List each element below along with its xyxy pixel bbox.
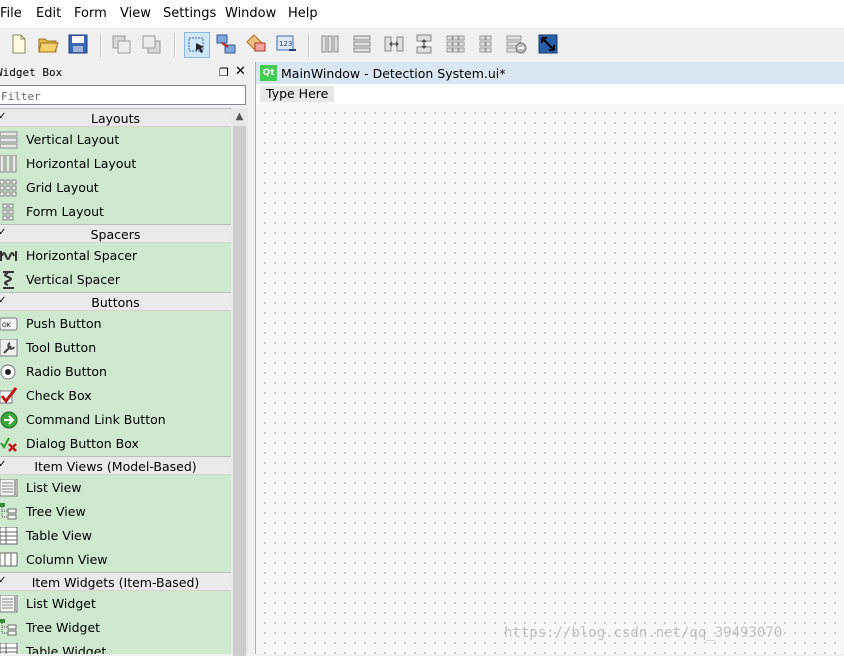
close-icon[interactable]: ✕	[235, 64, 246, 79]
menu-settings[interactable]: Settings	[163, 6, 216, 21]
menu-window[interactable]: Window	[225, 6, 276, 21]
new-icon[interactable]	[6, 32, 32, 58]
widget-radio-button[interactable]: Radio Button	[0, 360, 231, 384]
widget-list-view[interactable]: List View	[0, 476, 231, 500]
scroll-thumb[interactable]	[233, 126, 246, 656]
tree-view-icon	[0, 503, 17, 520]
scroll-up-arrow-icon[interactable]: ▲	[231, 108, 248, 125]
watermark: https://blog.csdn.net/qq_39493070	[504, 625, 783, 641]
widget-list-widget[interactable]: List Widget	[0, 592, 231, 616]
category-buttons[interactable]: ✓ Buttons	[0, 292, 231, 311]
edit-tab-order-icon[interactable]: 123	[274, 32, 300, 58]
lay-out-horizontally-icon[interactable]	[318, 32, 344, 58]
tool-button-icon	[0, 339, 18, 357]
widget-tool-button[interactable]: Tool Button	[0, 336, 231, 360]
adjust-size-icon[interactable]	[536, 32, 562, 58]
form-titlebar: Qt MainWindow - Detection System.ui*	[256, 62, 844, 84]
list-widget-icon	[0, 595, 18, 613]
horizontal-layout-icon	[0, 155, 17, 173]
check-box-icon	[0, 387, 18, 404]
form-menu-bar: Type Here	[256, 84, 844, 104]
widget-vertical-spacer[interactable]: Vertical Spacer	[0, 268, 231, 292]
widget-tree-view[interactable]: Tree View	[0, 500, 231, 524]
tree-widget-icon	[0, 619, 17, 636]
edit-widgets-icon[interactable]	[184, 32, 210, 58]
form-window: Qt MainWindow - Detection System.ui* Typ…	[255, 62, 844, 654]
widget-table-view[interactable]: Table View	[0, 524, 231, 548]
float-icon[interactable]: ❐	[219, 66, 229, 79]
menu-file[interactable]: File	[0, 6, 22, 21]
svg-text:123: 123	[279, 40, 292, 48]
menu-bar: File Edit Form View Settings Window Help	[0, 0, 844, 28]
horizontal-splitter-icon[interactable]	[382, 32, 408, 58]
table-view-icon	[0, 527, 18, 545]
form-layout-icon	[2, 203, 14, 221]
vertical-splitter-icon[interactable]	[412, 32, 438, 58]
widget-push-button[interactable]: OK Push Button	[0, 312, 231, 336]
edit-signals-slots-icon[interactable]	[214, 32, 240, 58]
dock-splitter[interactable]	[248, 62, 255, 654]
widget-horizontal-spacer[interactable]: Horizontal Spacer	[0, 244, 231, 268]
type-here-menu-placeholder[interactable]: Type Here	[260, 86, 335, 102]
list-view-icon	[0, 479, 18, 497]
widget-command-link-button[interactable]: Command Link Button	[0, 408, 231, 432]
edit-buddies-icon[interactable]	[244, 32, 270, 58]
form-layout-icon[interactable]	[474, 32, 500, 58]
send-to-back-icon[interactable]	[110, 32, 136, 58]
widget-list: ✓ Layouts Vertical Layout Horizontal Lay…	[0, 108, 231, 654]
menu-edit[interactable]: Edit	[36, 6, 61, 21]
widget-dialog-button-box[interactable]: Dialog Button Box	[0, 432, 231, 456]
widget-form-layout[interactable]: Form Layout	[0, 200, 231, 224]
push-button-icon: OK	[0, 317, 18, 331]
category-spacers[interactable]: ✓ Spacers	[0, 224, 231, 243]
widget-box-scrollbar[interactable]: ▲	[231, 108, 248, 656]
menu-help[interactable]: Help	[288, 6, 318, 21]
open-icon[interactable]	[36, 32, 62, 58]
grid-layout-icon	[0, 179, 17, 197]
radio-button-icon	[0, 364, 16, 380]
break-layout-icon[interactable]	[504, 32, 530, 58]
widget-table-widget[interactable]: Table Widget	[0, 640, 231, 654]
widget-horizontal-layout[interactable]: Horizontal Layout	[0, 152, 231, 176]
lay-out-vertically-icon[interactable]	[350, 32, 376, 58]
category-item-views[interactable]: ✓ Item Views (Model-Based)	[0, 456, 231, 475]
form-canvas-grid[interactable]	[256, 104, 844, 654]
horizontal-spacer-icon	[0, 251, 17, 261]
vertical-spacer-icon	[3, 271, 14, 289]
category-layouts[interactable]: ✓ Layouts	[0, 108, 231, 127]
widget-check-box[interactable]: Check Box	[0, 384, 231, 408]
filter-input[interactable]	[0, 85, 246, 105]
dialog-button-box-icon	[0, 437, 17, 452]
command-link-icon	[0, 411, 18, 429]
widget-column-view[interactable]: Column View	[0, 548, 231, 572]
table-widget-icon	[0, 643, 18, 654]
column-view-icon	[0, 552, 18, 567]
widget-box-title: Widget Box	[0, 66, 63, 79]
svg-text:OK: OK	[2, 322, 12, 329]
category-item-widgets[interactable]: ✓ Item Widgets (Item-Based)	[0, 572, 231, 591]
grid-layout-icon[interactable]	[444, 32, 470, 58]
vertical-layout-icon	[0, 131, 18, 149]
form-title: MainWindow - Detection System.ui*	[281, 66, 506, 81]
widget-grid-layout[interactable]: Grid Layout	[0, 176, 231, 200]
menu-view[interactable]: View	[120, 6, 151, 21]
widget-box-titlebar: Widget Box ❐ ✕	[0, 62, 252, 83]
bring-to-front-icon[interactable]	[140, 32, 166, 58]
menu-form[interactable]: Form	[74, 6, 107, 21]
save-icon[interactable]	[66, 32, 92, 58]
widget-vertical-layout[interactable]: Vertical Layout	[0, 128, 231, 152]
toolbar: 123	[0, 28, 844, 64]
qt-logo-icon: Qt	[260, 65, 277, 81]
widget-tree-widget[interactable]: Tree Widget	[0, 616, 231, 640]
